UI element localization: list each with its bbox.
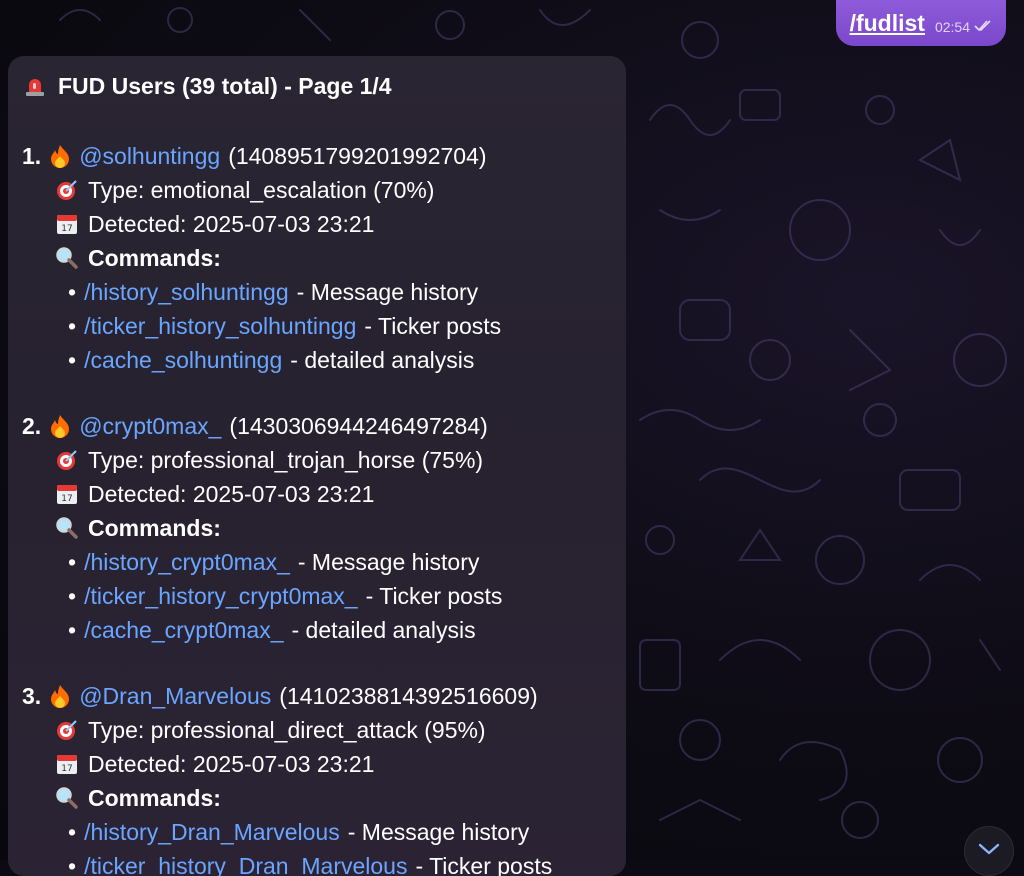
fud-user-entry: 1. @solhuntingg (1408951799201992704) Ty… [22,139,612,377]
bullet: • [68,549,76,576]
type-line: Type: professional_trojan_horse (75%) [22,443,612,477]
commands-heading-line: Commands: [22,241,612,275]
fire-icon [47,143,73,169]
command-item: • /history_solhuntingg - Message history [22,275,612,309]
svg-text:17: 17 [61,494,72,504]
command-desc: - Message history [297,279,479,306]
target-icon [54,717,80,743]
message-meta: 02:54 [935,11,992,35]
user-line: 3. @Dran_Marvelous (1410238814392516609) [22,679,612,713]
bullet: • [68,279,76,306]
command-item: • /history_crypt0max_ - Message history [22,545,612,579]
chevron-down-icon [978,842,1000,861]
command-link[interactable]: /cache_solhuntingg [84,347,282,374]
command-item: • /ticker_history_Dran_Marvelous - Ticke… [22,849,612,876]
bullet: • [68,819,76,846]
commands-heading: Commands: [88,245,221,272]
double-check-icon [974,19,992,35]
detected-line: 17 Detected: 2025-07-03 23:21 [22,477,612,511]
type-line: Type: emotional_escalation (70%) [22,173,612,207]
command-desc: - Ticker posts [366,583,503,610]
user-index: 3. [22,683,41,710]
commands-heading: Commands: [88,515,221,542]
user-index: 1. [22,143,41,170]
user-line: 2. @crypt0max_ (1430306944246497284) [22,409,612,443]
siren-icon [22,73,48,99]
command-item: • /cache_solhuntingg - detailed analysis [22,343,612,377]
command-item: • /ticker_history_solhuntingg - Ticker p… [22,309,612,343]
commands-heading-line: Commands: [22,511,612,545]
user-handle-link[interactable]: @Dran_Marvelous [79,683,271,710]
user-id: (1408951799201992704) [228,143,486,170]
detected-line: 17 Detected: 2025-07-03 23:21 [22,207,612,241]
command-desc: - Message history [298,549,480,576]
bullet: • [68,347,76,374]
command-link[interactable]: /history_Dran_Marvelous [84,819,340,846]
command-desc: - Ticker posts [364,313,501,340]
commands-heading-line: Commands: [22,781,612,815]
user-detected: Detected: 2025-07-03 23:21 [88,751,374,778]
fire-icon [47,683,73,709]
outgoing-message[interactable]: /fudlist 02:54 [836,0,1006,46]
calendar-icon: 17 [54,751,80,777]
fud-user-entry: 2. @crypt0max_ (1430306944246497284) Typ… [22,409,612,647]
outgoing-command-text[interactable]: /fudlist [850,10,925,37]
svg-text:17: 17 [61,224,72,234]
command-item: • /cache_crypt0max_ - detailed analysis [22,613,612,647]
user-index: 2. [22,413,41,440]
command-item: • /ticker_history_crypt0max_ - Ticker po… [22,579,612,613]
command-link[interactable]: /ticker_history_Dran_Marvelous [84,853,407,876]
magnifier-icon [54,785,80,811]
user-detected: Detected: 2025-07-03 23:21 [88,211,374,238]
magnifier-icon [54,515,80,541]
detected-line: 17 Detected: 2025-07-03 23:21 [22,747,612,781]
target-icon [54,447,80,473]
user-id: (1430306944246497284) [229,413,487,440]
svg-text:17: 17 [61,764,72,774]
fire-icon [47,413,73,439]
calendar-icon: 17 [54,481,80,507]
user-handle-link[interactable]: @solhuntingg [79,143,220,170]
command-link[interactable]: /ticker_history_solhuntingg [84,313,356,340]
user-type: Type: emotional_escalation (70%) [88,177,434,204]
user-id: (1410238814392516609) [279,683,537,710]
header-text: FUD Users (39 total) - Page 1/4 [58,73,392,100]
message-time: 02:54 [935,19,970,35]
user-handle-link[interactable]: @crypt0max_ [79,413,221,440]
calendar-icon: 17 [54,211,80,237]
user-detected: Detected: 2025-07-03 23:21 [88,481,374,508]
command-item: • /history_Dran_Marvelous - Message hist… [22,815,612,849]
user-type: Type: professional_trojan_horse (75%) [88,447,483,474]
user-type: Type: professional_direct_attack (95%) [88,717,486,744]
bullet: • [68,853,76,876]
command-desc: - detailed analysis [292,617,476,644]
command-desc: - detailed analysis [290,347,474,374]
bullet: • [68,617,76,644]
command-desc: - Message history [348,819,530,846]
user-line: 1. @solhuntingg (1408951799201992704) [22,139,612,173]
commands-heading: Commands: [88,785,221,812]
bullet: • [68,583,76,610]
command-link[interactable]: /history_crypt0max_ [84,549,290,576]
command-link[interactable]: /ticker_history_crypt0max_ [84,583,358,610]
command-link[interactable]: /history_solhuntingg [84,279,289,306]
command-link[interactable]: /cache_crypt0max_ [84,617,283,644]
message-header: FUD Users (39 total) - Page 1/4 [22,66,612,106]
incoming-message: FUD Users (39 total) - Page 1/4 1. @solh… [8,56,626,876]
type-line: Type: professional_direct_attack (95%) [22,713,612,747]
target-icon [54,177,80,203]
fud-user-entry: 3. @Dran_Marvelous (1410238814392516609)… [22,679,612,876]
magnifier-icon [54,245,80,271]
scroll-down-button[interactable] [964,826,1014,876]
bullet: • [68,313,76,340]
command-desc: - Ticker posts [415,853,552,876]
